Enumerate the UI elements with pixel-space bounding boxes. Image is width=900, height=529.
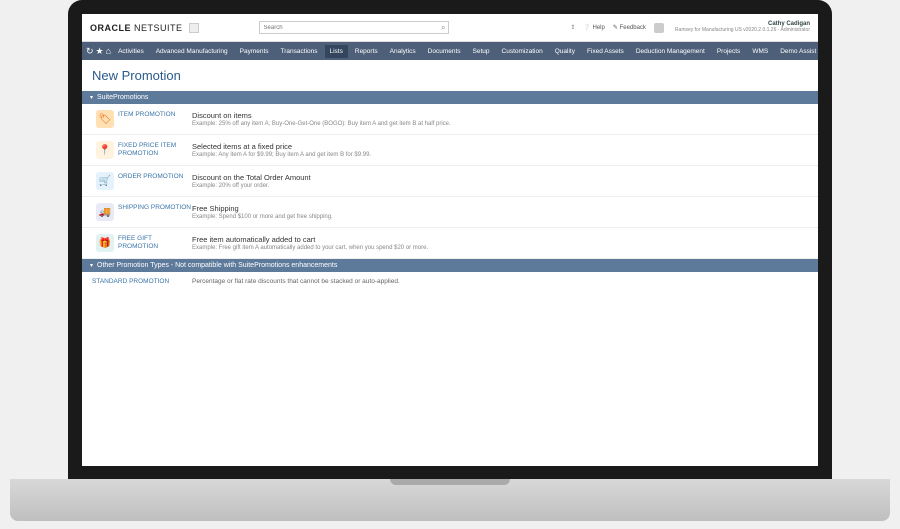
feedback-link[interactable]: ✎ Feedback: [613, 24, 646, 31]
nav-home-icon[interactable]: ⌂: [106, 44, 111, 58]
nav-item-demo-assist[interactable]: Demo Assist: [775, 45, 818, 58]
promo-example: Example: Free gift item A automatically …: [192, 245, 808, 251]
page-title: New Promotion: [82, 60, 818, 91]
nav-item-activities[interactable]: Activities: [113, 45, 149, 58]
user-role: Ramsey for Manufacturing US v2020.2.0.1.…: [675, 28, 810, 34]
promotion-row: 📍FIXED PRICE ITEM PROMOTIONSelected item…: [82, 135, 818, 166]
chevron-down-icon: ▾: [90, 262, 93, 269]
section-other-types[interactable]: ▾ Other Promotion Types - Not compatible…: [82, 259, 818, 272]
promo-icon-cell: 🏷: [92, 110, 118, 128]
promo-icon-cell: 📍: [92, 141, 118, 159]
nav-item-setup[interactable]: Setup: [468, 45, 495, 58]
laptop-base: [10, 479, 890, 521]
promo-title: Free item automatically added to cart: [192, 235, 808, 244]
promotion-row: 🚚 SHIPPING PROMOTIONFree ShippingExample:…: [82, 197, 818, 228]
promo-desc-cell: Free ShippingExample: Spend $100 or more…: [192, 203, 808, 220]
promo-example: Example: 25% off any item A; Buy-One-Get…: [192, 121, 808, 127]
nav-item-quality[interactable]: Quality: [550, 45, 580, 58]
search-icon[interactable]: ⌕: [441, 23, 445, 33]
promo-example: Example: 20% off your order.: [192, 183, 808, 189]
promo-icon-cell: 🚚: [92, 203, 118, 221]
search-input[interactable]: [259, 21, 449, 34]
share-icon[interactable]: ⇪: [570, 24, 575, 31]
promo-link-cell: SHIPPING PROMOTION: [118, 203, 192, 212]
promo-type-icon: 🏷: [96, 110, 114, 128]
promo-link-cell: FIXED PRICE ITEM PROMOTION: [118, 141, 192, 158]
nav-star-icon[interactable]: ★: [96, 44, 104, 58]
promo-link[interactable]: ORDER PROMOTION: [118, 173, 192, 181]
promo-desc-cell: Selected items at a fixed priceExample: …: [192, 141, 808, 158]
nav-item-fixed-assets[interactable]: Fixed Assets: [582, 45, 629, 58]
main-nav: ↻ ★ ⌂ ActivitiesAdvanced ManufacturingPa…: [82, 42, 818, 60]
help-link[interactable]: ❔ Help: [583, 24, 604, 31]
laptop-bezel: ORACLE NETSUITE ⌕ ⇪ ❔ Help ✎ Feedback Ca…: [68, 0, 832, 480]
promo-title: Free Shipping: [192, 204, 808, 213]
brand-oracle: ORACLE: [90, 23, 131, 33]
promo-icon-cell: 🛒: [92, 172, 118, 190]
promo-example: Example: Any item A for $9.99; Buy item …: [192, 152, 808, 158]
promotion-row: 🎁FREE GIFT PROMOTIONFree item automatica…: [82, 228, 818, 259]
promo-link-cell: FREE GIFT PROMOTION: [118, 234, 192, 251]
global-search: ⌕: [259, 21, 449, 34]
nav-item-projects[interactable]: Projects: [712, 45, 745, 58]
standard-promotion-row: STANDARD PROMOTION Percentage or flat ra…: [82, 272, 818, 291]
promo-type-icon: 🛒: [96, 172, 114, 190]
nav-item-advanced-manufacturing[interactable]: Advanced Manufacturing: [151, 45, 233, 58]
brand-logo: ORACLE NETSUITE: [90, 23, 183, 33]
nav-item-analytics[interactable]: Analytics: [385, 45, 421, 58]
standard-promotion-desc: Percentage or flat rate discounts that c…: [192, 278, 400, 285]
promo-title: Discount on the Total Order Amount: [192, 173, 808, 182]
chevron-down-icon: ▾: [90, 94, 93, 101]
nav-item-deduction-management[interactable]: Deduction Management: [631, 45, 710, 58]
nav-item-transactions[interactable]: Transactions: [276, 45, 323, 58]
promo-desc-cell: Free item automatically added to cartExa…: [192, 234, 808, 251]
promo-title: Selected items at a fixed price: [192, 142, 808, 151]
section-label: Other Promotion Types - Not compatible w…: [97, 262, 337, 269]
promo-type-icon: 📍: [96, 141, 114, 159]
user-avatar-icon[interactable]: [654, 23, 664, 33]
promo-desc-cell: Discount on the Total Order AmountExampl…: [192, 172, 808, 189]
nav-item-customization[interactable]: Customization: [497, 45, 548, 58]
promotion-row: 🛒 ORDER PROMOTIONDiscount on the Total Or…: [82, 166, 818, 197]
standard-promotion-link[interactable]: STANDARD PROMOTION: [92, 278, 192, 285]
laptop-mockup: ORACLE NETSUITE ⌕ ⇪ ❔ Help ✎ Feedback Ca…: [0, 0, 900, 529]
nav-item-wms[interactable]: WMS: [747, 45, 773, 58]
nav-item-lists[interactable]: Lists: [325, 45, 348, 58]
app-screen: ORACLE NETSUITE ⌕ ⇪ ❔ Help ✎ Feedback Ca…: [82, 14, 818, 466]
promotion-list: 🏷ITEM PROMOTIONDiscount on itemsExample:…: [82, 104, 818, 259]
promo-icon-cell: 🎁: [92, 234, 118, 252]
promo-example: Example: Spend $100 or more and get free…: [192, 214, 808, 220]
nav-recent-icon[interactable]: ↻: [86, 44, 94, 58]
promo-type-icon: 🚚: [96, 203, 114, 221]
app-icon[interactable]: [189, 23, 199, 33]
user-block[interactable]: Cathy Cadigan Ramsey for Manufacturing U…: [675, 21, 810, 33]
promo-link[interactable]: FREE GIFT PROMOTION: [118, 235, 192, 251]
promo-type-icon: 🎁: [96, 234, 114, 252]
promo-title: Discount on items: [192, 111, 808, 120]
nav-item-payments[interactable]: Payments: [235, 45, 274, 58]
nav-item-documents[interactable]: Documents: [423, 45, 466, 58]
promo-desc-cell: Discount on itemsExample: 25% off any it…: [192, 110, 808, 127]
brand-netsuite: NETSUITE: [131, 23, 183, 33]
promo-link-cell: ITEM PROMOTION: [118, 110, 192, 119]
promo-link[interactable]: FIXED PRICE ITEM PROMOTION: [118, 142, 192, 158]
section-suitepromotions[interactable]: ▾ SuitePromotions: [82, 91, 818, 104]
nav-item-reports[interactable]: Reports: [350, 45, 383, 58]
promo-link-cell: ORDER PROMOTION: [118, 172, 192, 181]
section-label: SuitePromotions: [97, 94, 148, 101]
promo-link[interactable]: ITEM PROMOTION: [118, 111, 192, 119]
promo-link[interactable]: SHIPPING PROMOTION: [118, 204, 192, 212]
header-bar: ORACLE NETSUITE ⌕ ⇪ ❔ Help ✎ Feedback Ca…: [82, 14, 818, 42]
promotion-row: 🏷 ITEM PROMOTIONDiscount on itemsExample:…: [82, 104, 818, 135]
header-right-cluster: ⇪ ❔ Help ✎ Feedback Cathy Cadigan Ramsey…: [570, 21, 810, 33]
